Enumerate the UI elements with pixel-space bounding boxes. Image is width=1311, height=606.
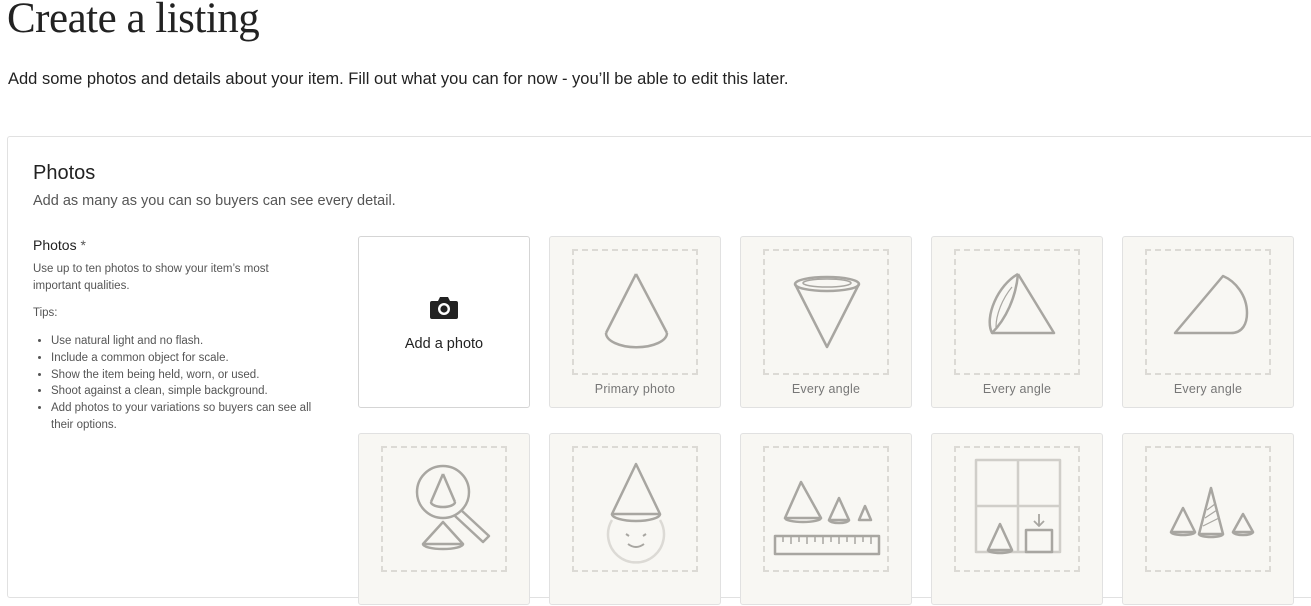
tip-item: Show the item being held, worn, or used. xyxy=(51,367,321,384)
photos-guidance: Photos * Use up to ten photos to show yo… xyxy=(33,237,323,434)
photo-slot-caption: Every angle xyxy=(791,382,861,396)
photo-slot-variations[interactable] xyxy=(1122,433,1294,605)
section-subtitle: Add as many as you can so buyers can see… xyxy=(33,193,396,209)
photo-slot-caption: Every angle xyxy=(982,382,1052,396)
section-title: Photos xyxy=(33,162,96,184)
tip-item: Include a common object for scale. xyxy=(51,350,321,367)
tip-item: Use natural light and no flash. xyxy=(51,333,321,350)
add-photo-label: Add a photo xyxy=(404,336,484,352)
add-photo-button[interactable]: Add a photo xyxy=(358,236,530,408)
cone-in-room-icon xyxy=(974,458,1062,555)
cones-with-ruler-icon xyxy=(773,480,881,556)
tip-item: Add photos to your variations so buyers … xyxy=(51,400,321,434)
tips-heading: Tips: xyxy=(33,307,58,319)
photos-field-label-text: Photos xyxy=(33,237,77,253)
tips-list: Use natural light and no flash. Include … xyxy=(33,333,321,434)
photo-slot-angle-2[interactable]: Every angle xyxy=(931,236,1103,408)
tip-item: Shoot against a clean, simple background… xyxy=(51,383,321,400)
photo-slot-in-use[interactable] xyxy=(549,433,721,605)
page-subtitle: Add some photos and details about your i… xyxy=(8,70,789,88)
photo-slot-primary[interactable]: Primary photo xyxy=(549,236,721,408)
photos-field-label: Photos * xyxy=(33,237,323,253)
photo-slot-angle-1[interactable]: Every angle xyxy=(740,236,912,408)
cone-variations-icon xyxy=(1169,486,1255,539)
magnifier-detail-icon xyxy=(415,464,491,551)
photo-slot-angle-3[interactable]: Every angle xyxy=(1122,236,1294,408)
photo-slot-scale[interactable] xyxy=(740,433,912,605)
page-title: Create a listing xyxy=(7,0,260,42)
photo-slot-detail[interactable] xyxy=(358,433,530,605)
photo-slot-setting[interactable] xyxy=(931,433,1103,605)
photos-panel: Photos Add as many as you can so buyers … xyxy=(7,136,1311,605)
photo-slot-caption: Every angle xyxy=(1173,382,1243,396)
required-marker: * xyxy=(80,237,86,253)
camera-icon xyxy=(430,297,458,319)
photo-slot-caption: Primary photo xyxy=(594,382,676,396)
photos-description: Use up to ten photos to show your item’s… xyxy=(33,263,269,292)
person-wearing-cone-icon xyxy=(606,462,666,564)
